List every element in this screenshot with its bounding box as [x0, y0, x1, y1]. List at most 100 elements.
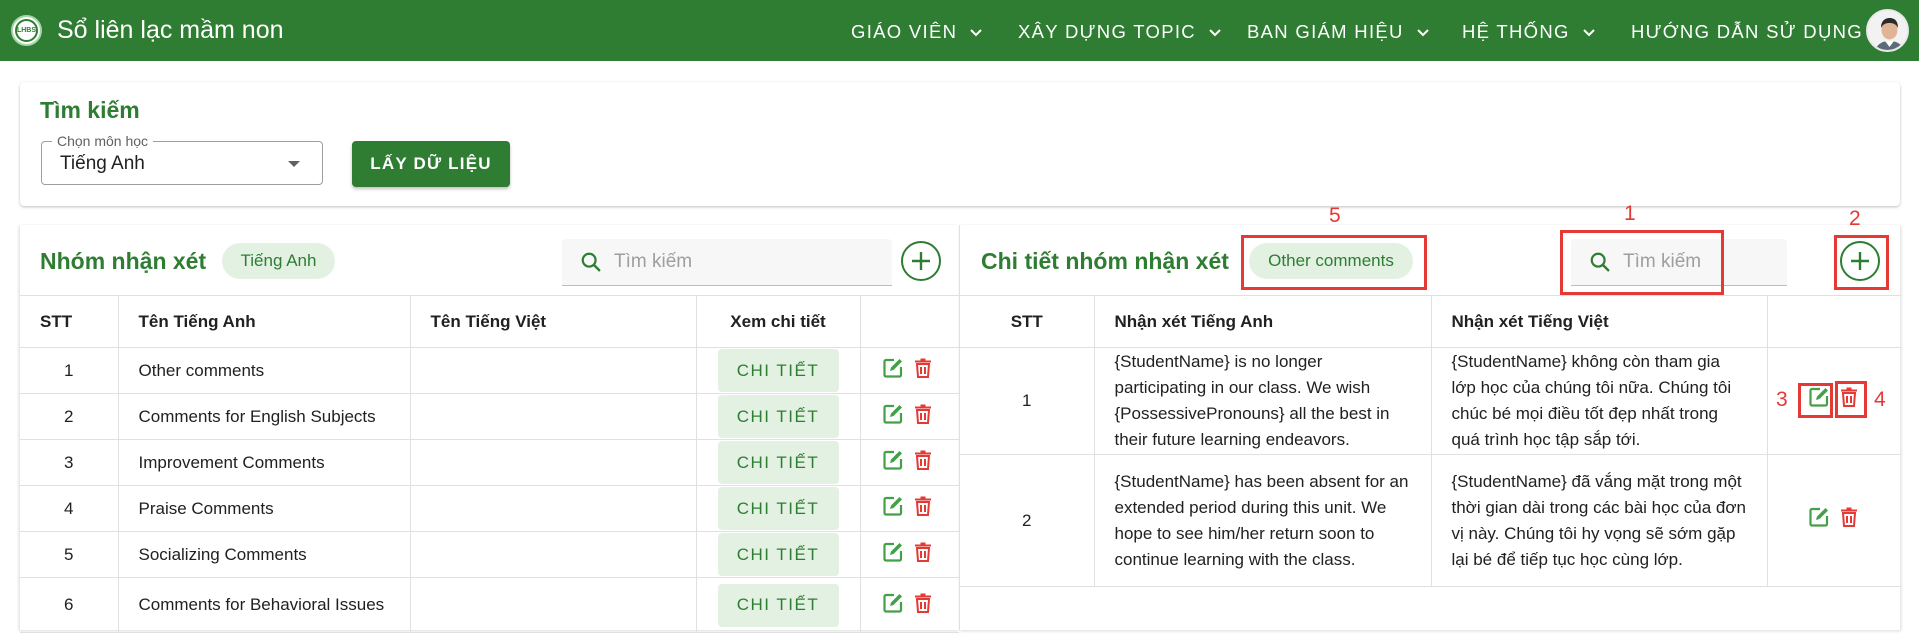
row-actions [860, 485, 959, 532]
col-actions [860, 295, 959, 348]
group-detail-title: Chi tiết nhóm nhận xét [981, 248, 1229, 274]
edit-button[interactable] [881, 356, 905, 385]
fetch-data-button[interactable]: LẤY DỮ LIỆU [352, 141, 510, 187]
table-row[interactable]: 4 Praise Comments CHI TIẾT [20, 485, 959, 532]
row-detail-cell: CHI TIẾT [696, 347, 861, 394]
delete-button[interactable] [911, 494, 935, 523]
group-detail-table: STT Nhận xét Tiếng Anh Nhận xét Tiếng Vi… [960, 295, 1901, 587]
delete-icon [914, 593, 931, 613]
nav-giao-vien[interactable]: GIÁO VIÊN [851, 21, 983, 43]
edit-icon [882, 496, 902, 516]
nav-label: BAN GIÁM HIỆU [1247, 21, 1404, 42]
subject-select[interactable]: Chọn môn học Tiếng Anh [41, 133, 323, 185]
row-detail-cell: CHI TIẾT [696, 577, 861, 633]
annotation-number-5: 5 [1329, 204, 1341, 227]
app-title: Sổ liên lạc mầm non [57, 16, 284, 44]
nav-label: HƯỚNG DẪN SỬ DỤNG [1631, 21, 1863, 42]
view-detail-button[interactable]: CHI TIẾT [717, 583, 839, 627]
row-vietnamese-comment: {StudentName} đã vắng mặt trong một thời… [1431, 454, 1768, 587]
annotation-number-3: 3 [1776, 388, 1788, 411]
annotation-box-5 [1241, 235, 1427, 290]
row-vietnamese-comment: {StudentName} không còn tham gia lớp học… [1431, 347, 1768, 455]
view-detail-button[interactable]: CHI TIẾT [717, 395, 839, 438]
subject-select-value: Tiếng Anh [60, 153, 145, 174]
dropdown-arrow-icon [288, 161, 300, 167]
table-header-row: STT Nhận xét Tiếng Anh Nhận xét Tiếng Vi… [960, 295, 1901, 348]
table-row[interactable]: 2 Comments for English Subjects CHI TIẾT [20, 393, 959, 440]
edit-button[interactable] [1807, 505, 1831, 537]
delete-icon [1841, 507, 1858, 527]
delete-button[interactable] [911, 540, 935, 569]
table-row[interactable]: 3 Improvement Comments CHI TIẾT [20, 439, 959, 486]
row-actions [860, 531, 959, 578]
delete-button[interactable] [1837, 505, 1861, 537]
edit-button[interactable] [881, 448, 905, 477]
table-row[interactable]: 1 Other comments CHI TIẾT [20, 347, 959, 394]
table-row[interactable]: 5 Socializing Comments CHI TIẾT [20, 531, 959, 578]
view-detail-button[interactable]: CHI TIẾT [717, 487, 839, 530]
delete-icon [914, 358, 931, 378]
row-english-comment: {StudentName} is no longer participating… [1094, 347, 1432, 455]
nav-xay-dung-topic[interactable]: XÂY DỰNG TOPIC [1018, 21, 1222, 43]
groups-search-input[interactable] [614, 239, 884, 285]
table-header-row: STT Tên Tiếng Anh Tên Tiếng Việt Xem chi… [20, 295, 959, 348]
edit-button[interactable] [881, 591, 905, 620]
row-vietnamese-name [410, 439, 697, 486]
edit-icon [882, 450, 902, 470]
edit-button[interactable] [881, 494, 905, 523]
plus-icon [912, 252, 930, 270]
delete-button[interactable] [911, 356, 935, 385]
edit-icon [882, 404, 902, 424]
view-detail-button[interactable]: CHI TIẾT [717, 349, 839, 392]
search-card-title: Tìm kiếm [40, 97, 140, 123]
row-vietnamese-name [410, 393, 697, 440]
delete-icon [914, 450, 931, 470]
chevron-down-icon [1416, 29, 1429, 37]
col-actions [1767, 295, 1901, 348]
nav-ban-giam-hieu[interactable]: BAN GIÁM HIỆU [1247, 21, 1430, 43]
row-detail-cell: CHI TIẾT [696, 393, 861, 440]
user-avatar[interactable] [1866, 9, 1909, 52]
col-vietnamese-name: Tên Tiếng Việt [410, 295, 697, 348]
row-english-name: Praise Comments [118, 485, 411, 532]
edit-button[interactable] [881, 540, 905, 569]
logo-text: LHBS [15, 19, 38, 42]
annotation-number-2: 2 [1849, 207, 1861, 230]
chevron-down-icon [1583, 29, 1595, 37]
row-vietnamese-name [410, 531, 697, 578]
delete-button[interactable] [911, 402, 935, 431]
edit-icon [1809, 507, 1829, 527]
table-row[interactable]: 6 Comments for Behavioral Issues CHI TIẾT [20, 577, 959, 633]
table-row[interactable]: 1 {StudentName} is no longer participatin… [960, 347, 1901, 455]
search-icon [581, 252, 601, 272]
row-english-name: Comments for Behavioral Issues [118, 577, 411, 633]
col-english-comment: Nhận xét Tiếng Anh [1094, 295, 1432, 348]
view-detail-button[interactable]: CHI TIẾT [717, 533, 839, 576]
nav-huong-dan-su-dung[interactable]: HƯỚNG DẪN SỬ DỤNG [1631, 21, 1863, 43]
school-logo[interactable]: LHBS [11, 15, 42, 46]
row-stt: 1 [20, 347, 119, 394]
delete-button[interactable] [911, 448, 935, 477]
top-app-bar: LHBS Sổ liên lạc mầm non GIÁO VIÊN XÂY D… [0, 0, 1919, 61]
table-row[interactable]: 2 {StudentName} has been absent for an ex… [960, 454, 1901, 587]
col-stt: STT [20, 295, 119, 348]
row-detail-cell: CHI TIẾT [696, 531, 861, 578]
nav-label: XÂY DỰNG TOPIC [1018, 21, 1196, 42]
add-group-button[interactable] [901, 241, 941, 281]
edit-button[interactable] [881, 402, 905, 431]
row-stt: 2 [20, 393, 119, 440]
groups-search-field[interactable] [562, 239, 892, 286]
row-english-name: Comments for English Subjects [118, 393, 411, 440]
row-english-name: Socializing Comments [118, 531, 411, 578]
delete-icon [914, 542, 931, 562]
edit-icon [882, 542, 902, 562]
comment-groups-table: STT Tên Tiếng Anh Tên Tiếng Việt Xem chi… [20, 295, 959, 633]
view-detail-button[interactable]: CHI TIẾT [717, 441, 839, 484]
nav-he-thong[interactable]: HỆ THỐNG [1462, 21, 1596, 43]
col-stt: STT [960, 295, 1095, 348]
search-card: Tìm kiếm Chọn môn học Tiếng Anh LẤY DỮ L… [20, 82, 1900, 206]
row-actions [860, 439, 959, 486]
row-stt: 2 [960, 454, 1095, 587]
delete-button[interactable] [911, 591, 935, 620]
row-vietnamese-name [410, 347, 697, 394]
